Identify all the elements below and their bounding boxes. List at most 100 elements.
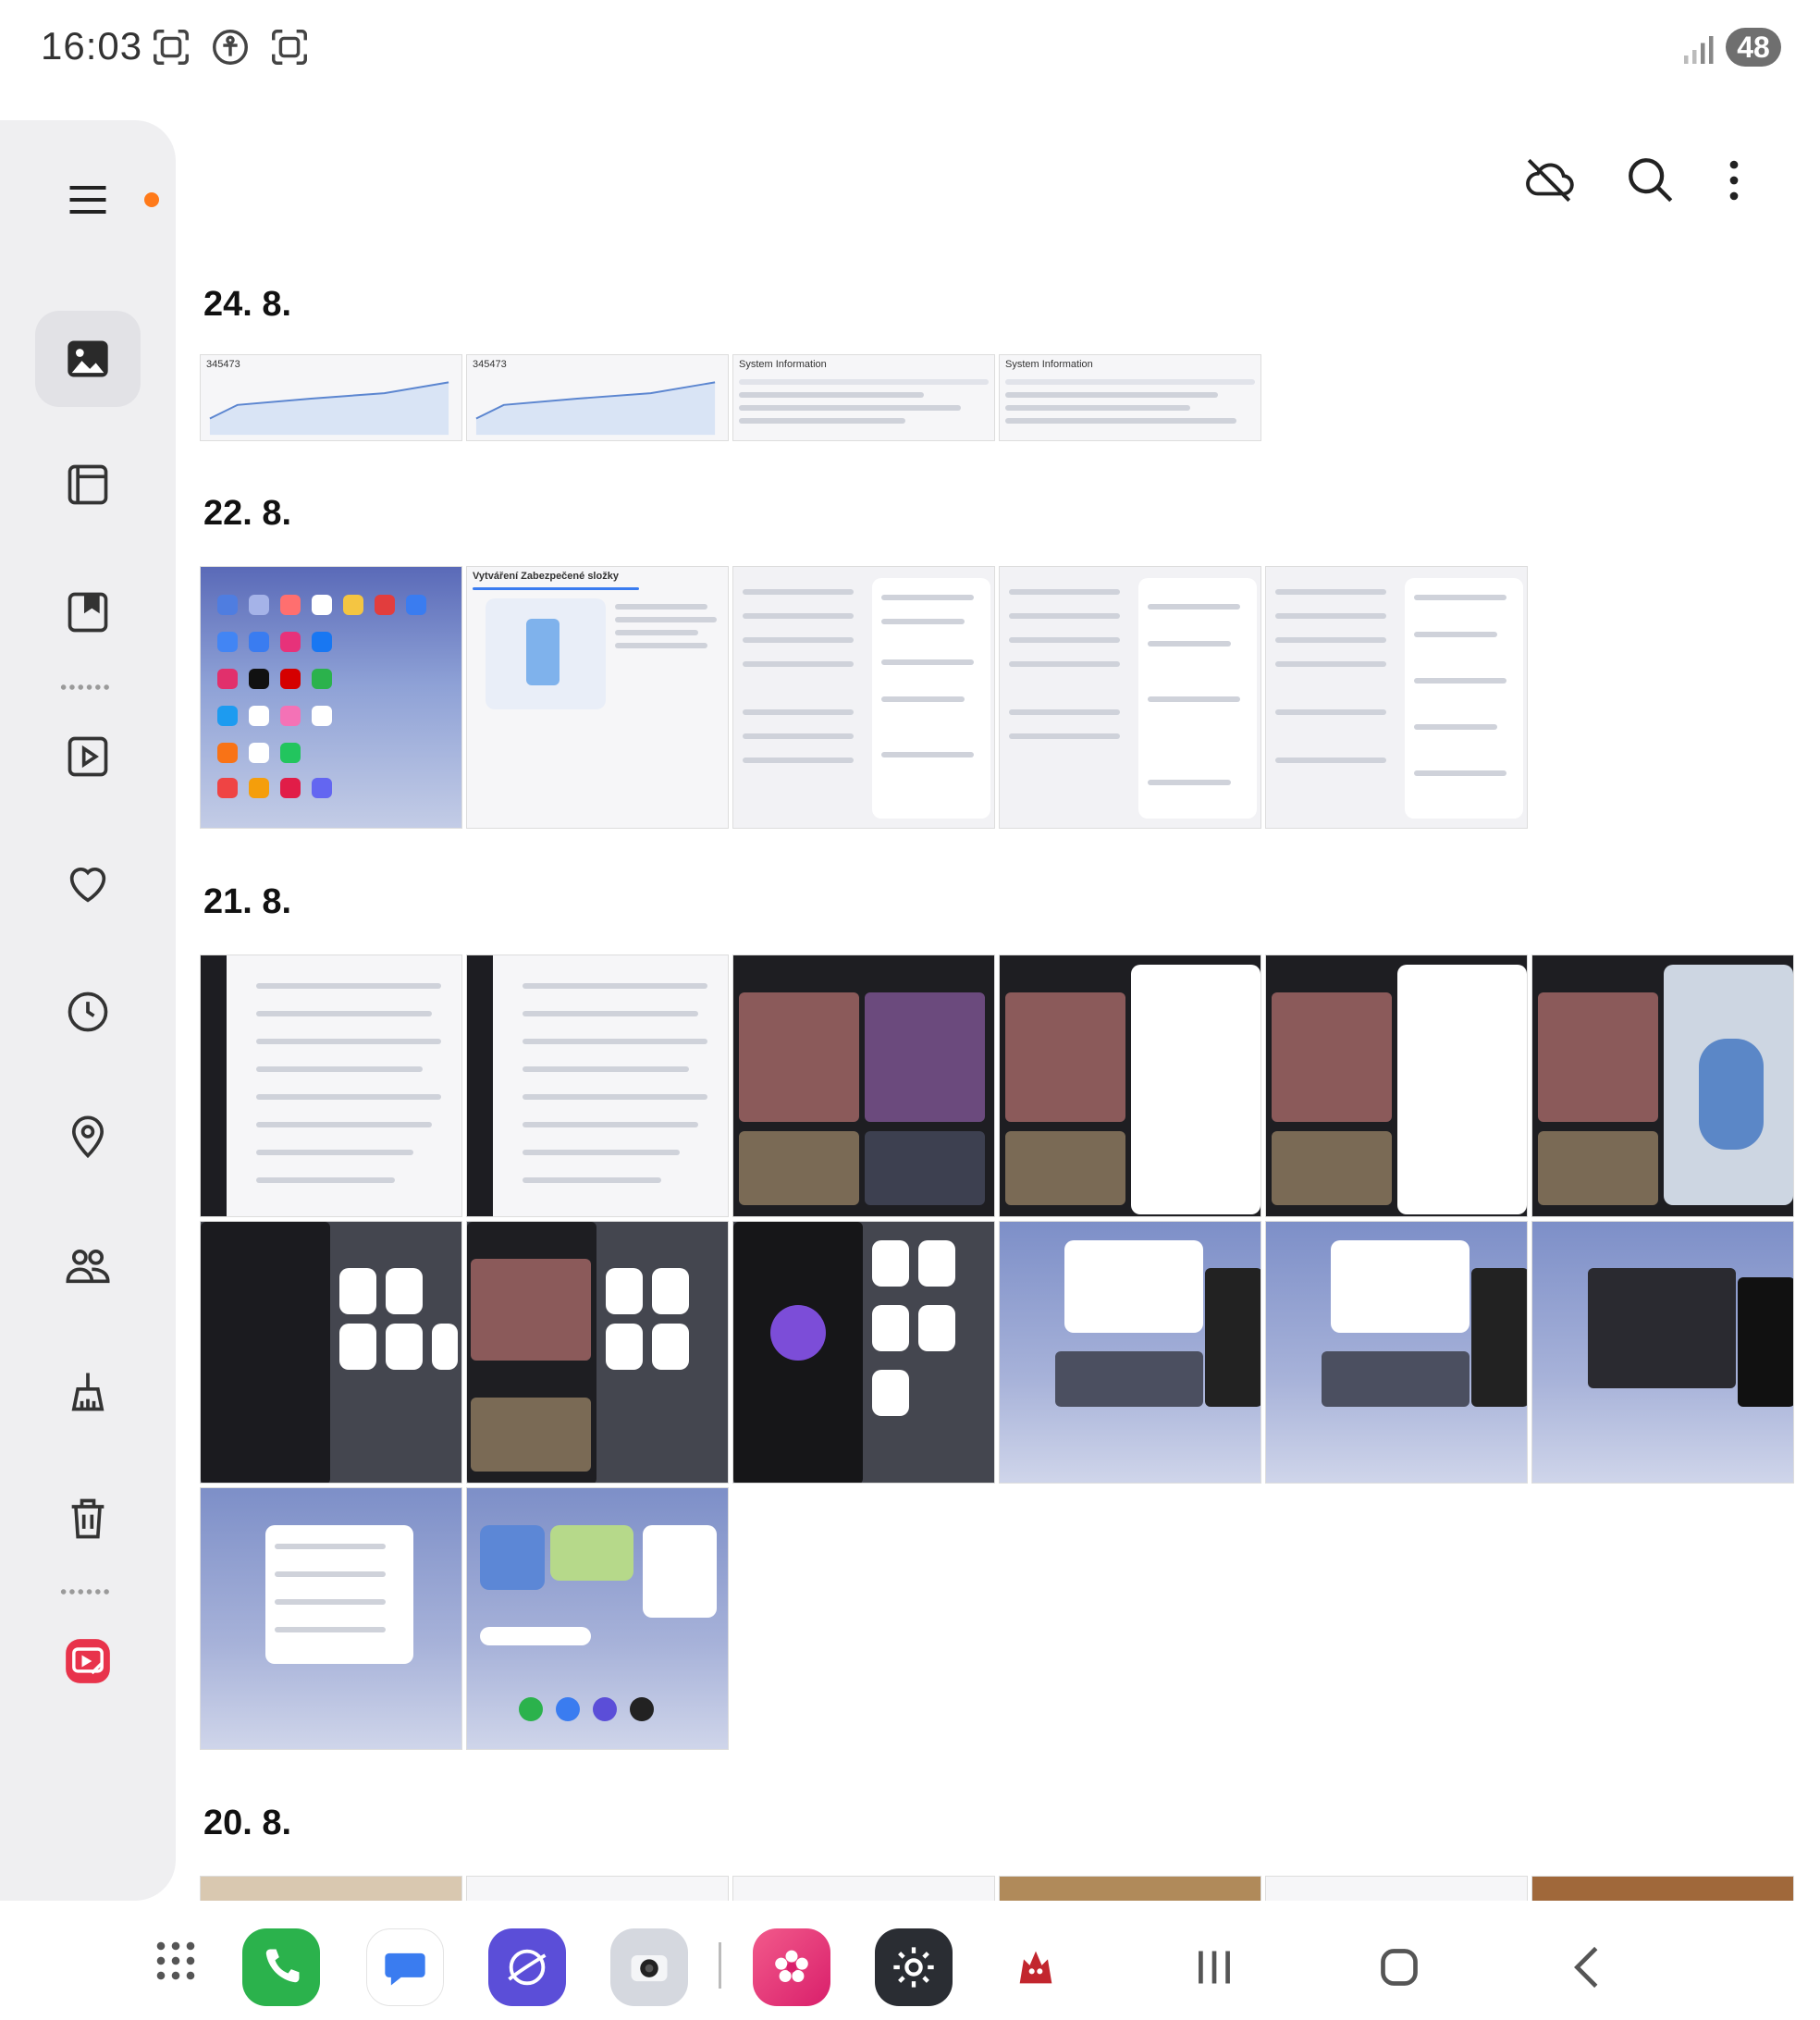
sidebar-item-recent[interactable] xyxy=(35,964,141,1060)
hamburger-icon xyxy=(69,186,106,214)
photo-thumbnail[interactable] xyxy=(732,1876,995,1902)
date-header: 20. 8. xyxy=(203,1804,292,1842)
thumb-chart xyxy=(209,381,449,436)
sidebar-item-albums[interactable] xyxy=(35,437,141,533)
sidebar-item-editor[interactable] xyxy=(35,1613,141,1709)
phone-icon xyxy=(265,1949,300,1983)
sidebar-item-locations[interactable] xyxy=(35,1090,141,1186)
message-icon xyxy=(385,1952,425,1986)
browser-icon xyxy=(508,1949,547,1986)
apps-grid-icon[interactable] xyxy=(154,1939,198,1983)
status-icons xyxy=(150,26,311,68)
accessibility-icon xyxy=(213,30,248,65)
heart-icon xyxy=(69,868,106,903)
broom-icon xyxy=(71,1373,105,1411)
image-icon xyxy=(68,340,108,377)
dock-app-gallery[interactable] xyxy=(753,1928,830,2006)
bookmark-icon xyxy=(68,592,108,633)
sidebar-item-pictures[interactable] xyxy=(35,311,141,407)
dock-app-camera[interactable] xyxy=(610,1928,688,2006)
signal-icon xyxy=(1684,36,1714,64)
top-toolbar xyxy=(1517,148,1794,213)
photo-thumbnail[interactable] xyxy=(466,1221,729,1484)
photo-thumbnail[interactable] xyxy=(200,566,462,829)
thumb-caption: System Information xyxy=(739,359,827,370)
status-bar: 16:03 48 xyxy=(0,0,1820,102)
antutu-icon xyxy=(1019,1951,1052,1984)
photo-thumbnail[interactable] xyxy=(1531,955,1794,1217)
photo-thumbnail[interactable] xyxy=(999,1221,1261,1484)
photo-thumbnail[interactable] xyxy=(1531,1876,1794,1902)
screenshot-icon xyxy=(154,30,189,65)
dock-app-settings[interactable] xyxy=(875,1928,953,2006)
sidebar-item-stories[interactable] xyxy=(35,564,141,660)
album-icon xyxy=(68,464,108,505)
dock-app-internet[interactable] xyxy=(488,1928,566,2006)
photo-thumbnail[interactable] xyxy=(732,1221,995,1484)
more-options-button[interactable] xyxy=(1702,148,1766,213)
flower-icon xyxy=(775,1950,808,1983)
recents-button[interactable] xyxy=(1182,1935,1247,2000)
photo-thumbnail[interactable] xyxy=(732,566,995,829)
photo-thumbnail[interactable] xyxy=(466,1487,729,1750)
date-header: 22. 8. xyxy=(203,494,292,533)
photo-thumbnail[interactable]: System Information xyxy=(732,354,995,441)
trash-icon xyxy=(71,1498,105,1539)
status-time: 16:03 xyxy=(41,24,143,68)
sidebar-item-videos[interactable] xyxy=(35,708,141,805)
photo-thumbnail[interactable] xyxy=(999,566,1261,829)
camera-icon xyxy=(631,1955,668,1982)
recents-icon xyxy=(1199,1951,1230,1984)
photo-thumbnail[interactable] xyxy=(1531,1221,1794,1484)
dock-app-messages[interactable] xyxy=(366,1928,444,2006)
sidebar-item-cleanup[interactable] xyxy=(35,1343,141,1439)
thumb-chart xyxy=(475,381,716,436)
menu-button[interactable] xyxy=(35,152,159,248)
play-icon xyxy=(68,736,108,777)
home-icon xyxy=(1381,1949,1418,1986)
clock-icon xyxy=(68,992,108,1032)
photo-editor-icon xyxy=(66,1639,110,1683)
sidebar xyxy=(0,120,176,1901)
photo-thumbnail[interactable] xyxy=(200,1487,462,1750)
sidebar-divider xyxy=(59,1589,111,1595)
thumb-caption: Vytváření Zabezpečené složky xyxy=(473,571,619,582)
dock-separator xyxy=(719,1942,721,1989)
photo-thumbnail[interactable] xyxy=(1265,1876,1528,1902)
sidebar-item-people[interactable] xyxy=(35,1217,141,1313)
photo-thumbnail[interactable]: System Information xyxy=(999,354,1261,441)
photo-thumbnail[interactable] xyxy=(732,955,995,1217)
search-button[interactable] xyxy=(1618,148,1683,213)
photo-thumbnail[interactable] xyxy=(466,955,729,1217)
photo-thumbnail[interactable]: 345473 xyxy=(200,354,462,441)
dock-app-phone[interactable] xyxy=(242,1928,320,2006)
photo-thumbnail[interactable] xyxy=(999,955,1261,1217)
dock-app-antutu[interactable] xyxy=(997,1928,1075,2006)
photo-thumbnail[interactable]: Vytváření Zabezpečené složky xyxy=(466,566,729,829)
battery-indicator: 48 xyxy=(1726,28,1781,67)
photo-thumbnail[interactable]: 345473 xyxy=(466,354,729,441)
sidebar-divider xyxy=(59,684,111,690)
photo-thumbnail[interactable] xyxy=(1265,566,1528,829)
back-button[interactable] xyxy=(1556,1935,1620,2000)
thumb-caption: System Information xyxy=(1005,359,1093,370)
photo-thumbnail[interactable] xyxy=(200,1221,462,1484)
photo-thumbnail[interactable] xyxy=(466,1876,729,1902)
back-icon xyxy=(1574,1946,1598,1989)
sidebar-item-trash[interactable] xyxy=(35,1471,141,1567)
cloud-off-icon xyxy=(1526,158,1574,203)
notification-dot xyxy=(144,192,159,207)
photo-thumbnail[interactable] xyxy=(1265,1221,1528,1484)
photo-thumbnail[interactable] xyxy=(200,955,462,1217)
photo-thumbnail[interactable] xyxy=(1265,955,1528,1217)
cloud-sync-button[interactable] xyxy=(1517,148,1581,213)
photo-thumbnail[interactable] xyxy=(200,1876,462,1902)
sidebar-item-favorites[interactable] xyxy=(35,836,141,932)
search-icon xyxy=(1629,158,1673,203)
gear-icon xyxy=(893,1947,934,1988)
screenshot-icon xyxy=(272,30,307,65)
home-button[interactable] xyxy=(1367,1935,1432,2000)
more-vertical-icon xyxy=(1729,160,1739,201)
photo-thumbnail[interactable] xyxy=(999,1876,1261,1902)
date-header: 24. 8. xyxy=(203,285,292,324)
